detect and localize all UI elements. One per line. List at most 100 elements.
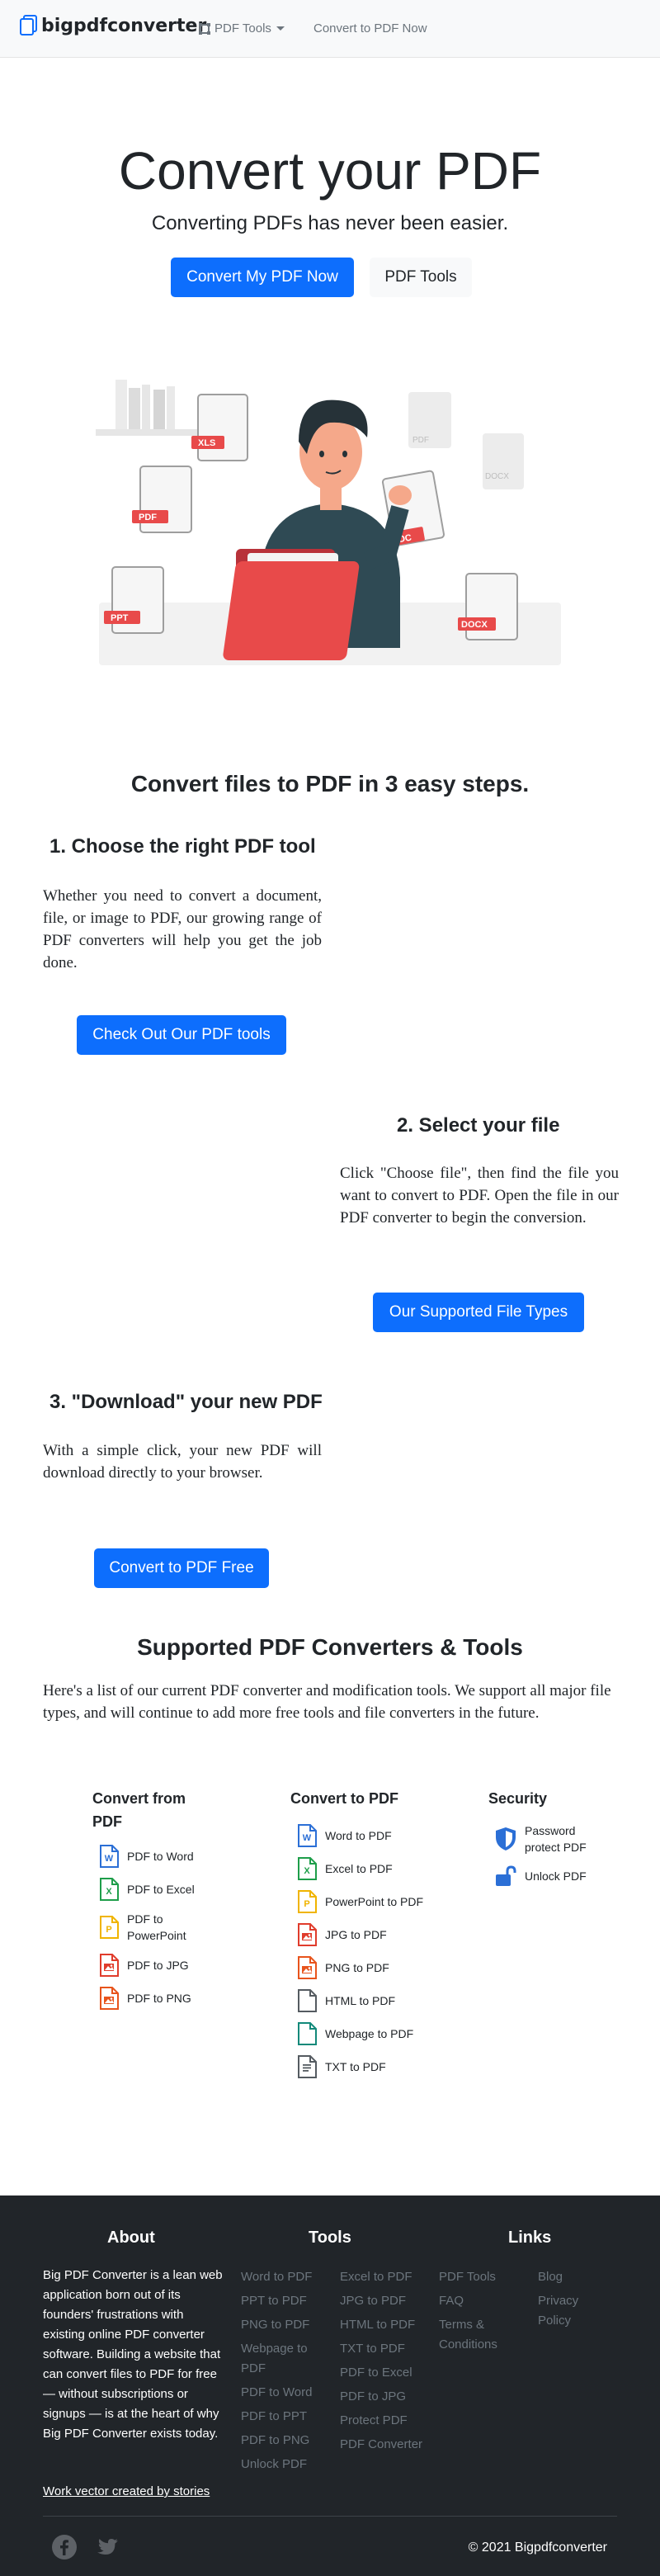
converter-link-label: PDF to Excel [127,1883,195,1896]
footer-link[interactable]: PDF to JPG [340,2387,431,2407]
footer-link[interactable]: Terms & Conditions [439,2315,521,2355]
footer-link[interactable]: HTML to PDF [340,2315,431,2335]
word-file-icon: W [100,1845,119,1868]
footer-credit-link[interactable]: Work vector created by stories [43,2484,210,2498]
converter-link[interactable]: PNG to PDF [297,1956,429,1979]
svg-text:W: W [105,1854,114,1864]
code-file-icon [298,1989,317,2012]
footer-link[interactable]: Excel to PDF [340,2267,431,2287]
check-out-pdf-tools-button[interactable]: Check Out Our PDF tools [77,1015,286,1055]
converter-link-label: TXT to PDF [325,2060,386,2073]
converter-link[interactable]: PDF to PNG [99,1987,214,2010]
converter-link[interactable]: X Excel to PDF [297,1857,429,1880]
footer-link[interactable]: PDF Tools [439,2267,521,2287]
footer-link[interactable]: PDF Converter [340,2435,431,2455]
footer-link[interactable]: JPG to PDF [340,2291,431,2311]
footer-link[interactable]: Unlock PDF [241,2455,332,2474]
footer-link[interactable]: PDF to Word [241,2383,332,2403]
convert-to-pdf-free-button[interactable]: Convert to PDF Free [94,1548,269,1588]
footer-link[interactable]: PDF to Excel [340,2363,431,2383]
converter-link-label: Excel to PDF [325,1862,393,1875]
footer-link[interactable]: Privacy Policy [538,2291,612,2331]
word-file-icon: W [298,1824,317,1847]
image-file-icon [100,1987,119,2010]
converter-link-label: Webpage to PDF [325,2027,414,2040]
footer-about-heading: About [107,2229,155,2247]
image-file-icon [100,1954,119,1977]
converter-link[interactable]: Webpage to PDF [297,2022,429,2045]
converter-link-label: PDF to JPG [127,1959,189,1972]
hero-subtitle: Converting PDFs has never been easier. [151,212,509,234]
nav-pdf-tools-dropdown[interactable]: PDF Tools [198,21,285,35]
image-file-icon [298,1956,317,1979]
doc-docx: DOCX [458,573,518,640]
svg-text:P: P [304,1899,309,1909]
svg-text:W: W [303,1833,312,1843]
converter-link[interactable]: PDF to JPG [99,1954,214,1977]
converter-link[interactable]: HTML to PDF [297,1989,429,2012]
convert-from-list: W PDF to Word X PDF to Excel P PDF to PowerPo… [99,1845,214,2020]
hero-illustration: PDF DOCX XLS PDF PPT DOC DOCX [96,380,561,665]
step-2-heading: 2. Select your file [397,1114,560,1137]
footer-link[interactable]: TXT to PDF [340,2339,431,2359]
converter-link-label: PDF to PNG [127,1992,191,2005]
nav-convert-now[interactable]: Convert to PDF Now [314,21,427,35]
converter-link[interactable]: Unlock PDF [495,1865,610,1887]
converter-link-label: HTML to PDF [325,1994,396,2007]
footer-link[interactable]: Protect PDF [340,2411,431,2431]
svg-text:P: P [106,1925,111,1935]
badge-docx: DOCX [461,620,488,630]
twitter-icon[interactable] [93,2534,120,2560]
footer-link[interactable]: PPT to PDF [241,2291,332,2311]
converter-link[interactable]: P PowerPoint to PDF [297,1890,429,1913]
footer-link[interactable]: Word to PDF [241,2267,332,2287]
converter-link[interactable]: W Word to PDF [297,1824,429,1847]
powerpoint-file-icon: P [298,1890,317,1913]
doc-badge-docx-bg: DOCX [485,472,509,481]
footer-link[interactable]: PDF to PPT [241,2407,332,2427]
excel-file-icon: X [298,1857,317,1880]
svg-text:X: X [304,1866,310,1876]
brand-name: bigpdfconverter [41,15,207,36]
step-2-text: Click "Choose file", then find the file … [340,1165,619,1227]
badge-pdf: PDF [139,513,157,522]
red-folder [223,549,360,660]
footer-link[interactable]: PNG to PDF [241,2315,332,2335]
doc-badge-pdf-bg: PDF [412,436,429,445]
steps-title: Convert files to PDF in 3 easy steps. [130,771,530,796]
facebook-icon[interactable] [51,2534,78,2560]
nav-pdf-tools-label: PDF Tools [214,21,271,35]
image-file-icon [298,1923,317,1946]
converter-link-label: PDF to Word [127,1850,194,1863]
supported-file-types-button[interactable]: Our Supported File Types [373,1293,584,1332]
footer-tools-col1: Word to PDF PPT to PDF PNG to PDF Webpage t… [241,2267,332,2479]
footer-link[interactable]: Blog [538,2267,612,2287]
brand-logo[interactable]: bigpdfconverter [20,15,206,36]
badge-xls: XLS [198,438,215,448]
converter-link[interactable]: Password protect PDF [495,1822,610,1855]
converter-link-label: PowerPoint to PDF [325,1895,424,1908]
footer-about-text: Big PDF Converter is a lean web applicat… [43,2268,223,2441]
svg-text:X: X [106,1887,112,1897]
step-3-heading: 3. "Download" your new PDF [50,1391,323,1413]
converter-link[interactable]: JPG to PDF [297,1923,429,1946]
converter-link[interactable]: W PDF to Word [99,1845,214,1868]
pdf-tools-button[interactable]: PDF Tools [370,258,472,297]
col-heading-convert-to: Convert to PDF [290,1790,399,1807]
converter-link[interactable]: X PDF to Excel [99,1878,214,1901]
converters-title: Supported PDF Converters & Tools [137,1634,523,1660]
converter-link[interactable]: P PDF to PowerPoint [99,1911,214,1944]
convert-my-pdf-button[interactable]: Convert My PDF Now [171,258,354,297]
footer-tools-heading: Tools [309,2229,351,2247]
converter-link-label: Password protect PDF [525,1824,587,1854]
col-heading-convert-from: Convert from PDF [92,1790,186,1830]
converter-link[interactable]: TXT to PDF [297,2055,429,2078]
footer-copyright: © 2021 Bigpdfconverter [468,2541,607,2555]
footer-link[interactable]: FAQ [439,2291,521,2311]
footer: About Big PDF Converter is a lean web ap… [0,2196,660,2576]
footer-link[interactable]: Webpage to PDF [241,2339,332,2379]
col-heading-security: Security [488,1790,548,1807]
footer-link[interactable]: PDF to PNG [241,2431,332,2451]
text-file-icon [298,2055,317,2078]
powerpoint-file-icon: P [100,1916,119,1939]
